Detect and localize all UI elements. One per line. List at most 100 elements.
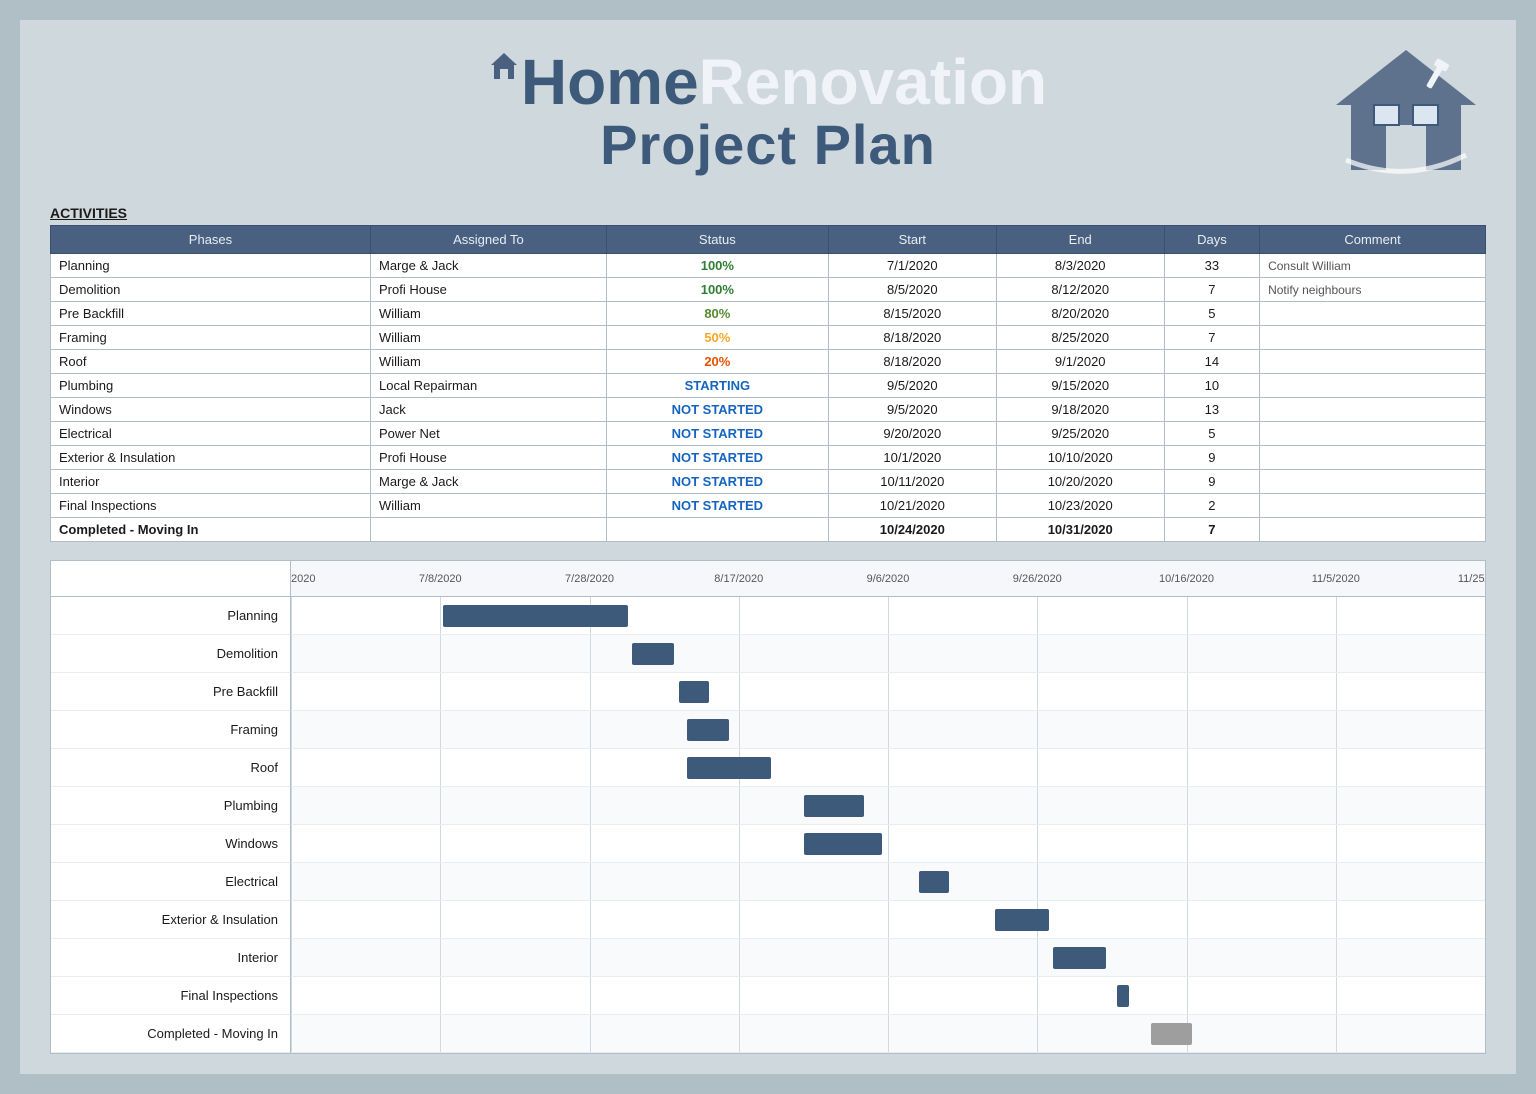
title-line2: Project Plan [600,114,936,176]
cell-comment [1260,398,1486,422]
gantt-vline [1336,673,1337,710]
gantt-date-label: 9/6/2020 [867,573,910,585]
cell-status: STARTING [606,374,828,398]
cell-end: 9/18/2020 [996,398,1164,422]
cell-comment [1260,446,1486,470]
cell-end: 9/15/2020 [996,374,1164,398]
cell-phase: Final Inspections [51,494,371,518]
cell-phase: Roof [51,350,371,374]
gantt-vline [291,901,292,938]
gantt-labels: PlanningDemolitionPre BackfillFramingRoo… [51,561,291,1053]
gantt-bar-row [291,673,1485,711]
gantt-vline [1037,977,1038,1014]
gantt-vline [291,977,292,1014]
cell-start: 9/5/2020 [828,398,996,422]
gantt-vline [1336,711,1337,748]
gantt-bar-row [291,1015,1485,1053]
cell-end: 8/20/2020 [996,302,1164,326]
gantt-vline [1187,939,1188,976]
title-line1: Home Renovation [489,50,1047,114]
gantt-vline [590,901,591,938]
cell-end: 8/25/2020 [996,326,1164,350]
cell-status: 20% [606,350,828,374]
gantt-label-row: Pre Backfill [51,673,290,711]
cell-start: 10/1/2020 [828,446,996,470]
cell-status: 50% [606,326,828,350]
cell-comment [1260,350,1486,374]
table-row: WindowsJackNOT STARTED9/5/20209/18/20201… [51,398,1486,422]
gantt-bar-row [291,597,1485,635]
cell-status: 100% [606,254,828,278]
col-phases: Phases [51,226,371,254]
cell-start: 9/20/2020 [828,422,996,446]
cell-comment: Consult William [1260,254,1486,278]
gantt-vline [590,635,591,672]
gantt-bar-row [291,749,1485,787]
gantt-vline [440,673,441,710]
cell-comment [1260,422,1486,446]
cell-end: 10/23/2020 [996,494,1164,518]
gantt-vline [440,597,441,634]
gantt-vline [1187,597,1188,634]
cell-status: 80% [606,302,828,326]
gantt-vline [291,597,292,634]
gantt-vline [1187,711,1188,748]
cell-status: NOT STARTED [606,470,828,494]
cell-assigned: Profi House [370,278,606,302]
gantt-vline [1336,825,1337,862]
col-comment: Comment [1260,226,1486,254]
page-wrapper: Home Renovation Project Plan [20,20,1516,1074]
cell-days: 9 [1164,470,1259,494]
gantt-vline [440,635,441,672]
gantt-header-spacer [51,561,290,597]
gantt-vline [1037,673,1038,710]
cell-assigned: William [370,350,606,374]
gantt-date-label: 11/25/2020 [1458,573,1485,585]
cell-phase: Demolition [51,278,371,302]
gantt-vline [590,787,591,824]
gantt-vline [1037,635,1038,672]
gantt-date-label: 10/16/2020 [1159,573,1214,585]
gantt-label-row: Demolition [51,635,290,673]
cell-phase: Pre Backfill [51,302,371,326]
gantt-vline [888,977,889,1014]
table-row: PlanningMarge & Jack100%7/1/20208/3/2020… [51,254,1486,278]
gantt-bar [995,909,1049,931]
header-title: Home Renovation Project Plan [489,50,1047,176]
gantt-vline [590,1015,591,1052]
cell-phase: Plumbing [51,374,371,398]
gantt-date-label: 6/18/2020 [291,573,315,585]
title-renovation: Renovation [699,50,1047,114]
gantt-vline [440,711,441,748]
cell-phase: Electrical [51,422,371,446]
activities-table: Phases Assigned To Status Start End Days… [50,225,1486,542]
cell-days: 9 [1164,446,1259,470]
gantt-vline [590,673,591,710]
title-home: Home [489,50,699,114]
gantt-bar [687,757,771,779]
gantt-label-row: Electrical [51,863,290,901]
gantt-vline [739,597,740,634]
gantt-vline [590,711,591,748]
gantt-vline [888,673,889,710]
cell-phase: Windows [51,398,371,422]
gantt-label-row: Plumbing [51,787,290,825]
col-assigned: Assigned To [370,226,606,254]
cell-phase: Exterior & Insulation [51,446,371,470]
gantt-vline [1037,825,1038,862]
cell-status: NOT STARTED [606,398,828,422]
gantt-date-label: 7/8/2020 [419,573,462,585]
table-row: PlumbingLocal RepairmanSTARTING9/5/20209… [51,374,1486,398]
gantt-vline [739,863,740,900]
table-row: InteriorMarge & JackNOT STARTED10/11/202… [51,470,1486,494]
gantt-bar [1151,1023,1193,1045]
gantt-date-label: 9/26/2020 [1013,573,1062,585]
table-row: Exterior & InsulationProfi HouseNOT STAR… [51,446,1486,470]
gantt-bar [1053,947,1107,969]
gantt-bar [632,643,674,665]
gantt-bar [687,719,729,741]
gantt-vline [440,863,441,900]
cell-days: 7 [1164,278,1259,302]
gantt-vline [739,1015,740,1052]
gantt-vline [590,749,591,786]
